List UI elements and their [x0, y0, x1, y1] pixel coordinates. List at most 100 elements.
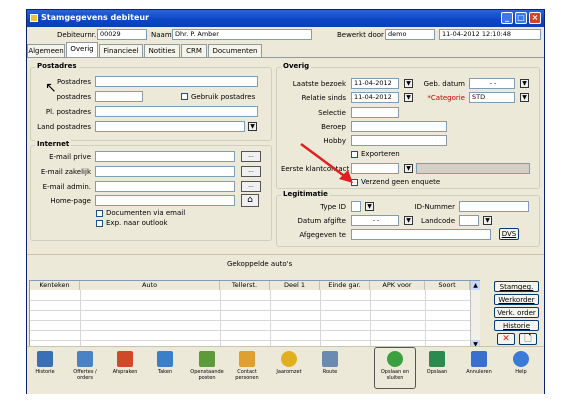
email-zakelijk-field[interactable]	[95, 166, 235, 177]
beroep-field[interactable]	[351, 121, 447, 132]
afspraken-tool-button[interactable]: Afspraken	[105, 351, 145, 375]
bewerkt-door-field[interactable]: demo	[385, 29, 435, 40]
geb-datum-dropdown[interactable]: ▼	[520, 79, 529, 88]
dvs-button[interactable]: DVS	[499, 228, 519, 240]
historie-tool-button[interactable]: Historie	[25, 351, 65, 375]
home-page-label: Home-page	[50, 197, 91, 205]
offertes-orders-tool-button[interactable]: Offertes / orders	[65, 351, 105, 381]
datum-afgifte-field[interactable]: - -	[351, 215, 399, 226]
exp-naar-outlook-checkbox[interactable]	[96, 220, 103, 227]
pl-postadres-label: Pl. postadres	[45, 108, 91, 116]
naam-field[interactable]: Dhr. P. Amber	[172, 29, 312, 40]
land-dropdown-button[interactable]: ▼	[248, 122, 257, 131]
col-deel1[interactable]: Deel 1	[270, 281, 320, 290]
historie-button[interactable]: Historie	[494, 320, 539, 331]
tab-algemeen[interactable]: Algemeen	[27, 44, 65, 57]
afgegeven-te-field[interactable]	[351, 229, 491, 240]
home-page-field[interactable]	[95, 195, 235, 206]
tab-financieel[interactable]: Financieel	[99, 44, 143, 57]
type-id-label: Type ID	[320, 203, 346, 211]
documenten-via-email-checkbox[interactable]	[96, 210, 103, 217]
tab-notities[interactable]: Notities	[144, 44, 180, 57]
email-admin-browse-button[interactable]: ...	[241, 181, 261, 192]
col-einde-gar[interactable]: Einde gar.	[320, 281, 370, 290]
debiteurnr-field[interactable]: 00029	[97, 29, 147, 40]
landcode-field[interactable]	[459, 215, 479, 226]
naam-label: Naam	[151, 31, 172, 39]
table-row	[30, 300, 470, 301]
vertical-scrollbar[interactable]: ▲ ▼	[470, 281, 480, 349]
table-row	[30, 320, 470, 321]
type-id-dropdown[interactable]: ▼	[365, 202, 374, 211]
categorie-label: *Categorie	[427, 94, 465, 102]
laatste-bezoek-field[interactable]: 11-04-2012	[351, 78, 399, 89]
relatie-sinds-label: Relatie sinds	[301, 94, 346, 102]
maximize-button[interactable]: □	[515, 12, 527, 24]
tab-overig[interactable]: Overig	[66, 42, 98, 58]
route-tool-button[interactable]: Route	[310, 351, 350, 375]
categorie-dropdown[interactable]: ▼	[520, 93, 529, 102]
postcode-field[interactable]	[95, 91, 143, 102]
col-tellerst[interactable]: Tellerst.	[220, 281, 270, 290]
pl-postadres-field[interactable]	[95, 106, 258, 117]
land-postadres-label: Land postadres	[37, 123, 91, 131]
contact-personen-tool-button[interactable]: Contact personen	[227, 351, 267, 381]
eerste-klantcontact-dropdown[interactable]: ▼	[404, 164, 413, 173]
jaaromzet-tool-button[interactable]: Jaaromzet	[269, 351, 309, 375]
type-id-field[interactable]	[351, 201, 361, 212]
minimize-button[interactable]: _	[501, 12, 513, 24]
tab-documenten[interactable]: Documenten	[208, 44, 262, 57]
beroep-label: Beroep	[321, 123, 346, 131]
email-admin-field[interactable]	[95, 181, 235, 192]
bewerkt-door-label: Bewerkt door	[337, 31, 384, 39]
close-button[interactable]: ×	[529, 12, 541, 24]
relatie-sinds-dropdown[interactable]: ▼	[404, 93, 413, 102]
relatie-sinds-field[interactable]: 11-04-2012	[351, 92, 399, 103]
save-close-icon	[387, 351, 403, 367]
postadres-field[interactable]	[95, 76, 258, 87]
title-bar: Stamgegevens debiteur _ □ ×	[27, 10, 544, 27]
openstaande-posten-tool-button[interactable]: Openstaande posten	[187, 351, 227, 381]
id-nummer-field[interactable]	[459, 201, 529, 212]
route-icon	[322, 351, 338, 367]
email-zakelijk-browse-button[interactable]: ...	[241, 166, 261, 177]
email-prive-field[interactable]	[95, 151, 235, 162]
help-tool-button[interactable]: Help	[501, 351, 541, 375]
gebruik-postadres-label: Gebruik postadres	[191, 93, 256, 101]
landcode-dropdown[interactable]: ▼	[483, 216, 492, 225]
col-kenteken[interactable]: Kenteken	[30, 281, 80, 290]
cancel-icon	[471, 351, 487, 367]
column-divider	[270, 290, 271, 350]
col-apk-voor[interactable]: APK voor	[370, 281, 425, 290]
hobby-field[interactable]	[351, 135, 447, 146]
col-auto[interactable]: Auto	[80, 281, 220, 290]
selectie-field[interactable]	[351, 107, 399, 118]
gebruik-postadres-checkbox[interactable]	[181, 93, 188, 100]
opslaan-en-sluiten-tool-button[interactable]: Opslaan en sluiten	[375, 351, 415, 381]
annuleren-tool-button[interactable]: Annuleren	[459, 351, 499, 375]
datetime-field: 11-04-2012 12:10:48	[439, 29, 541, 40]
new-car-button[interactable]: 🗋	[519, 333, 537, 345]
exporteren-label: Exporteren	[361, 150, 400, 158]
laatste-bezoek-dropdown[interactable]: ▼	[404, 79, 413, 88]
email-prive-browse-button[interactable]: ...	[241, 151, 261, 162]
col-soort[interactable]: Soort	[425, 281, 470, 290]
geb-datum-field[interactable]: - -	[469, 78, 515, 89]
verzend-geen-enquete-label: Verzend geen enquete	[361, 178, 441, 186]
werkorder-button[interactable]: Werkorder	[494, 294, 539, 305]
categorie-field[interactable]: STD	[469, 92, 515, 103]
scroll-up-icon[interactable]: ▲	[471, 281, 480, 290]
eerste-klantcontact-field[interactable]	[351, 163, 399, 174]
verk-order-button[interactable]: Verk. order	[494, 307, 539, 318]
stamgeg-button[interactable]: Stamgeg.	[494, 281, 539, 292]
land-postadres-field[interactable]	[95, 121, 245, 132]
afgegeven-te-label: Afgegeven te	[299, 231, 346, 239]
debiteurnr-label: Debiteurnr.	[57, 31, 97, 39]
home-page-open-button[interactable]: ⌂	[241, 194, 259, 207]
postcode-label: postadres	[56, 93, 91, 101]
taken-tool-button[interactable]: Taken	[145, 351, 185, 375]
delete-car-button[interactable]: ✕	[497, 333, 515, 345]
tab-crm[interactable]: CRM	[181, 44, 207, 57]
legitimatie-title: Legitimatie	[281, 190, 330, 198]
opslaan-tool-button[interactable]: Opslaan	[417, 351, 457, 375]
